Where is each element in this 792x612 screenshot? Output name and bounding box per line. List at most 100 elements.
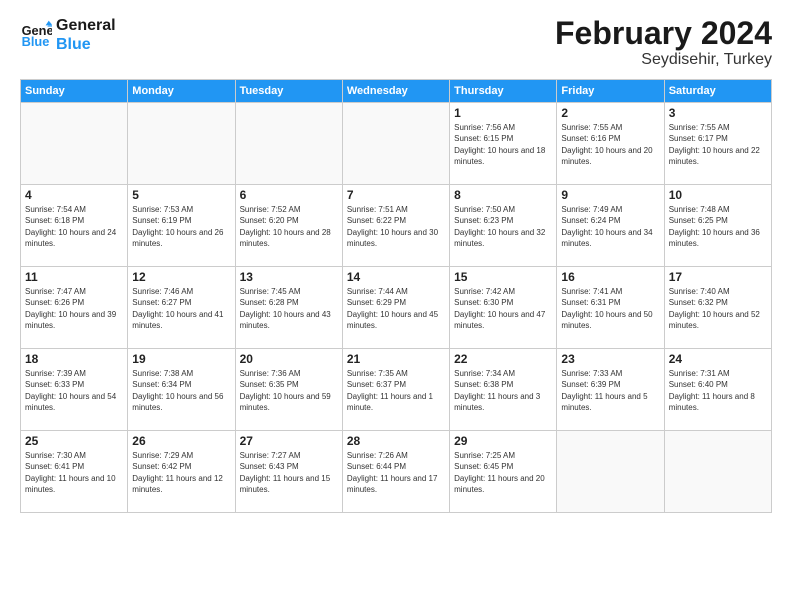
day-cell: 15 Sunrise: 7:42 AMSunset: 6:30 PMDayligh… [450,267,557,349]
day-number: 25 [25,434,123,448]
day-cell: 7Sunrise: 7:51 AMSunset: 6:22 PMDaylight… [342,185,449,267]
svg-text:Blue: Blue [22,34,50,49]
day-number: 2 [561,106,659,120]
col-header-wednesday: Wednesday [342,80,449,103]
day-cell: 2 Sunrise: 7:55 AMSunset: 6:16 PMDaylight… [557,103,664,185]
day-cell [128,103,235,185]
day-info: Sunrise: 7:36 AMSunset: 6:35 PMDaylight:… [240,368,338,413]
day-cell: 9Sunrise: 7:49 AMSunset: 6:24 PMDaylight… [557,185,664,267]
day-number: 16 [561,270,659,284]
col-header-saturday: Saturday [664,80,771,103]
day-info: Sunrise: 7:53 AMSunset: 6:19 PMDaylight:… [132,204,230,249]
day-info: Sunrise: 7:54 AMSunset: 6:18 PMDaylight:… [25,204,123,249]
day-number: 17 [669,270,767,284]
day-cell: 23Sunrise: 7:33 AMSunset: 6:39 PMDayligh… [557,349,664,431]
week-row-5: 25 Sunrise: 7:30 AMSunset: 6:41 PMDayligh… [21,431,772,513]
title-block: February 2024 Seydisehir, Turkey [555,16,772,69]
day-number: 4 [25,188,123,202]
day-info: Sunrise: 7:41 AMSunset: 6:31 PMDaylight:… [561,286,659,331]
day-cell: 14 Sunrise: 7:44 AMSunset: 6:29 PMDayligh… [342,267,449,349]
day-info: Sunrise: 7:25 AMSunset: 6:45 PMDaylight:… [454,450,552,495]
day-cell: 27Sunrise: 7:27 AMSunset: 6:43 PMDayligh… [235,431,342,513]
day-info: Sunrise: 7:38 AMSunset: 6:34 PMDaylight:… [132,368,230,413]
day-info: Sunrise: 7:35 AMSunset: 6:37 PMDaylight:… [347,368,445,413]
day-cell: 26 Sunrise: 7:29 AMSunset: 6:42 PMDayligh… [128,431,235,513]
day-cell: 17 Sunrise: 7:40 AMSunset: 6:32 PMDayligh… [664,267,771,349]
day-cell: 3Sunrise: 7:55 AMSunset: 6:17 PMDaylight… [664,103,771,185]
header: General Blue General Blue February 2024 … [20,16,772,69]
month-year-title: February 2024 [555,16,772,51]
day-cell [342,103,449,185]
day-cell [21,103,128,185]
day-cell [664,431,771,513]
day-cell: 1Sunrise: 7:56 AMSunset: 6:15 PMDaylight… [450,103,557,185]
day-info: Sunrise: 7:55 AMSunset: 6:17 PMDaylight:… [669,122,767,167]
day-info: Sunrise: 7:45 AMSunset: 6:28 PMDaylight:… [240,286,338,331]
day-info: Sunrise: 7:42 AMSunset: 6:30 PMDaylight:… [454,286,552,331]
day-number: 23 [561,352,659,366]
day-info: Sunrise: 7:47 AMSunset: 6:26 PMDaylight:… [25,286,123,331]
day-cell: 5Sunrise: 7:53 AMSunset: 6:19 PMDaylight… [128,185,235,267]
col-header-tuesday: Tuesday [235,80,342,103]
logo-line2: Blue [56,35,116,54]
day-cell: 25 Sunrise: 7:30 AMSunset: 6:41 PMDayligh… [21,431,128,513]
day-number: 12 [132,270,230,284]
logo: General Blue General Blue [20,16,116,54]
day-cell: 18Sunrise: 7:39 AMSunset: 6:33 PMDayligh… [21,349,128,431]
day-info: Sunrise: 7:56 AMSunset: 6:15 PMDaylight:… [454,122,552,167]
day-info: Sunrise: 7:48 AMSunset: 6:25 PMDaylight:… [669,204,767,249]
day-cell: 6 Sunrise: 7:52 AMSunset: 6:20 PMDaylight… [235,185,342,267]
col-header-monday: Monday [128,80,235,103]
day-info: Sunrise: 7:46 AMSunset: 6:27 PMDaylight:… [132,286,230,331]
day-number: 19 [132,352,230,366]
day-cell: 29 Sunrise: 7:25 AMSunset: 6:45 PMDayligh… [450,431,557,513]
day-cell [235,103,342,185]
day-cell: 28Sunrise: 7:26 AMSunset: 6:44 PMDayligh… [342,431,449,513]
day-info: Sunrise: 7:27 AMSunset: 6:43 PMDaylight:… [240,450,338,495]
calendar-table: SundayMondayTuesdayWednesdayThursdayFrid… [20,79,772,513]
day-number: 7 [347,188,445,202]
day-number: 26 [132,434,230,448]
day-cell: 16 Sunrise: 7:41 AMSunset: 6:31 PMDayligh… [557,267,664,349]
day-number: 6 [240,188,338,202]
day-number: 8 [454,188,552,202]
day-number: 28 [347,434,445,448]
header-row: SundayMondayTuesdayWednesdayThursdayFrid… [21,80,772,103]
day-number: 15 [454,270,552,284]
day-cell: 19 Sunrise: 7:38 AMSunset: 6:34 PMDayligh… [128,349,235,431]
day-info: Sunrise: 7:30 AMSunset: 6:41 PMDaylight:… [25,450,123,495]
week-row-2: 4 Sunrise: 7:54 AMSunset: 6:18 PMDaylight… [21,185,772,267]
day-cell: 10Sunrise: 7:48 AMSunset: 6:25 PMDayligh… [664,185,771,267]
day-info: Sunrise: 7:40 AMSunset: 6:32 PMDaylight:… [669,286,767,331]
location-subtitle: Seydisehir, Turkey [555,51,772,69]
week-row-3: 11 Sunrise: 7:47 AMSunset: 6:26 PMDayligh… [21,267,772,349]
calendar-page: General Blue General Blue February 2024 … [0,0,792,612]
day-cell: 20 Sunrise: 7:36 AMSunset: 6:35 PMDayligh… [235,349,342,431]
day-info: Sunrise: 7:52 AMSunset: 6:20 PMDaylight:… [240,204,338,249]
day-cell: 13 Sunrise: 7:45 AMSunset: 6:28 PMDayligh… [235,267,342,349]
day-number: 21 [347,352,445,366]
day-cell: 12 Sunrise: 7:46 AMSunset: 6:27 PMDayligh… [128,267,235,349]
day-number: 14 [347,270,445,284]
day-info: Sunrise: 7:55 AMSunset: 6:16 PMDaylight:… [561,122,659,167]
day-info: Sunrise: 7:31 AMSunset: 6:40 PMDaylight:… [669,368,767,413]
day-cell [557,431,664,513]
day-number: 11 [25,270,123,284]
day-number: 29 [454,434,552,448]
day-cell: 11 Sunrise: 7:47 AMSunset: 6:26 PMDayligh… [21,267,128,349]
day-cell: 21 Sunrise: 7:35 AMSunset: 6:37 PMDayligh… [342,349,449,431]
day-number: 24 [669,352,767,366]
logo-icon: General Blue [20,19,52,51]
day-info: Sunrise: 7:44 AMSunset: 6:29 PMDaylight:… [347,286,445,331]
week-row-1: 1Sunrise: 7:56 AMSunset: 6:15 PMDaylight… [21,103,772,185]
day-number: 13 [240,270,338,284]
col-header-sunday: Sunday [21,80,128,103]
day-cell: 24 Sunrise: 7:31 AMSunset: 6:40 PMDayligh… [664,349,771,431]
day-info: Sunrise: 7:29 AMSunset: 6:42 PMDaylight:… [132,450,230,495]
col-header-friday: Friday [557,80,664,103]
day-cell: 22Sunrise: 7:34 AMSunset: 6:38 PMDayligh… [450,349,557,431]
col-header-thursday: Thursday [450,80,557,103]
day-number: 20 [240,352,338,366]
day-cell: 8Sunrise: 7:50 AMSunset: 6:23 PMDaylight… [450,185,557,267]
day-info: Sunrise: 7:49 AMSunset: 6:24 PMDaylight:… [561,204,659,249]
